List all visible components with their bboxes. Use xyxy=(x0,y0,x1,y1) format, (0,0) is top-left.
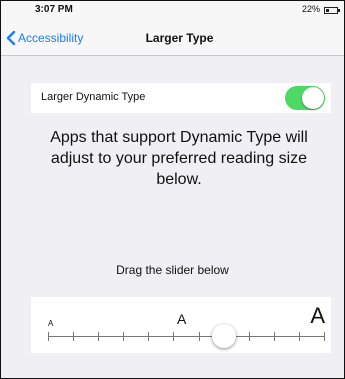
toggle-label: Larger Dynamic Type xyxy=(41,91,146,103)
slider-tick xyxy=(148,332,149,341)
status-bar: 3:07 PM 22% xyxy=(1,1,344,21)
slider-tick xyxy=(173,332,174,341)
navigation-bar: Accessibility Larger Type xyxy=(1,21,344,56)
medium-size-label: A xyxy=(177,311,187,327)
toggle-knob xyxy=(302,87,324,109)
slider-tick xyxy=(274,332,275,341)
text-size-slider-panel: A A A xyxy=(31,297,331,353)
slider-tick xyxy=(73,332,74,341)
battery-icon xyxy=(324,7,340,14)
large-size-label: A xyxy=(310,303,325,328)
slider-tick xyxy=(98,332,99,341)
dynamic-type-description: Apps that support Dynamic Type will adju… xyxy=(50,129,308,188)
battery-percent: 22% xyxy=(301,4,320,14)
slider-tick xyxy=(324,332,325,341)
slider-tick xyxy=(123,332,124,341)
slider-instruction: Drag the slider below xyxy=(116,263,229,277)
page-title: Larger Type xyxy=(145,31,214,45)
slider-thumb[interactable] xyxy=(212,324,236,348)
slider-tick xyxy=(299,332,300,341)
slider-tick xyxy=(249,332,250,341)
small-size-label: A xyxy=(48,319,54,328)
slider-track[interactable] xyxy=(48,336,324,337)
larger-dynamic-type-row: Larger Dynamic Type xyxy=(31,83,331,113)
screen: 3:07 PM 22% Accessibility Larger Type La… xyxy=(0,0,345,379)
larger-dynamic-type-toggle[interactable] xyxy=(285,86,325,110)
slider-tick xyxy=(48,332,49,341)
slider-tick xyxy=(199,332,200,341)
status-time: 3:07 PM xyxy=(35,4,73,15)
